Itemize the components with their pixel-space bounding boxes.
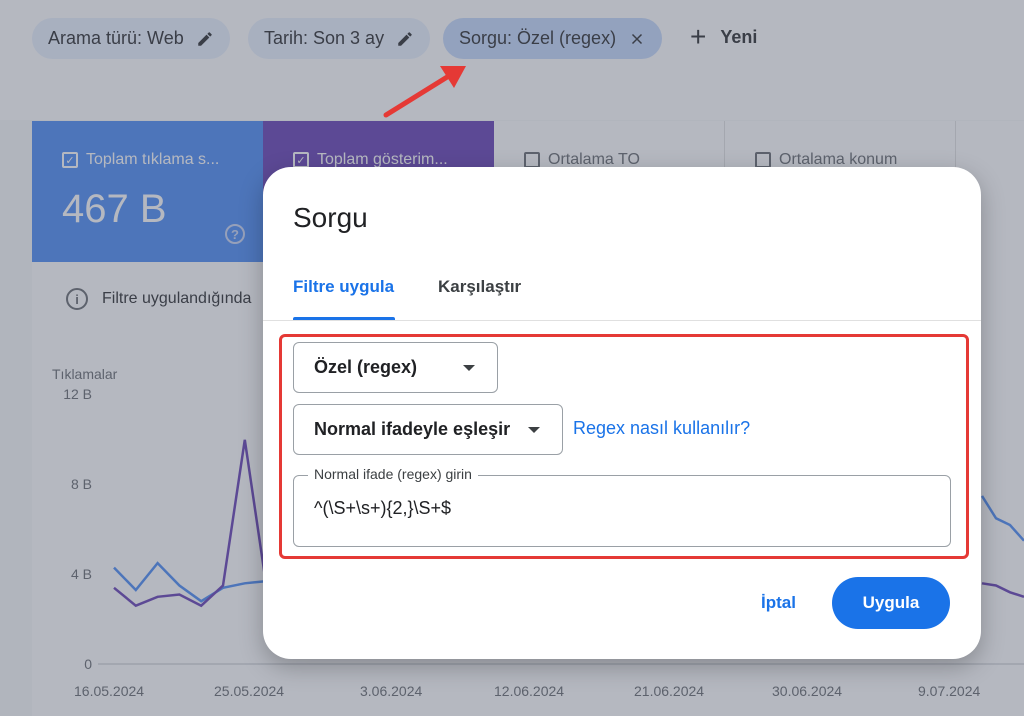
operator-value: Normal ifadeyle eşleşir bbox=[314, 419, 511, 439]
dropdown-arrow-icon bbox=[528, 427, 540, 433]
dialog-tabs: Filtre uygula Karşılaştır bbox=[263, 263, 981, 321]
annotation-arrow-icon bbox=[383, 66, 466, 118]
cancel-button[interactable]: İptal bbox=[761, 593, 796, 613]
operator-select[interactable]: Normal ifadeyle eşleşir bbox=[293, 404, 563, 455]
apply-button[interactable]: Uygula bbox=[832, 577, 950, 629]
regex-field: Normal ifade (regex) girin bbox=[293, 466, 951, 547]
regex-input[interactable] bbox=[314, 498, 934, 519]
regex-field-label: Normal ifade (regex) girin bbox=[308, 466, 478, 482]
dialog-title: Sorgu bbox=[293, 202, 368, 233]
query-filter-dialog: Sorgu Filtre uygula Karşılaştır Özel (re… bbox=[263, 167, 981, 659]
match-type-select[interactable]: Özel (regex) bbox=[293, 342, 498, 393]
match-type-value: Özel (regex) bbox=[314, 357, 418, 377]
tab-apply-filter[interactable]: Filtre uygula bbox=[293, 277, 394, 297]
regex-help-link[interactable]: Regex nasıl kullanılır? bbox=[573, 418, 750, 439]
dropdown-arrow-icon bbox=[463, 365, 475, 371]
tab-compare[interactable]: Karşılaştır bbox=[438, 277, 521, 297]
active-tab-indicator bbox=[293, 317, 395, 320]
